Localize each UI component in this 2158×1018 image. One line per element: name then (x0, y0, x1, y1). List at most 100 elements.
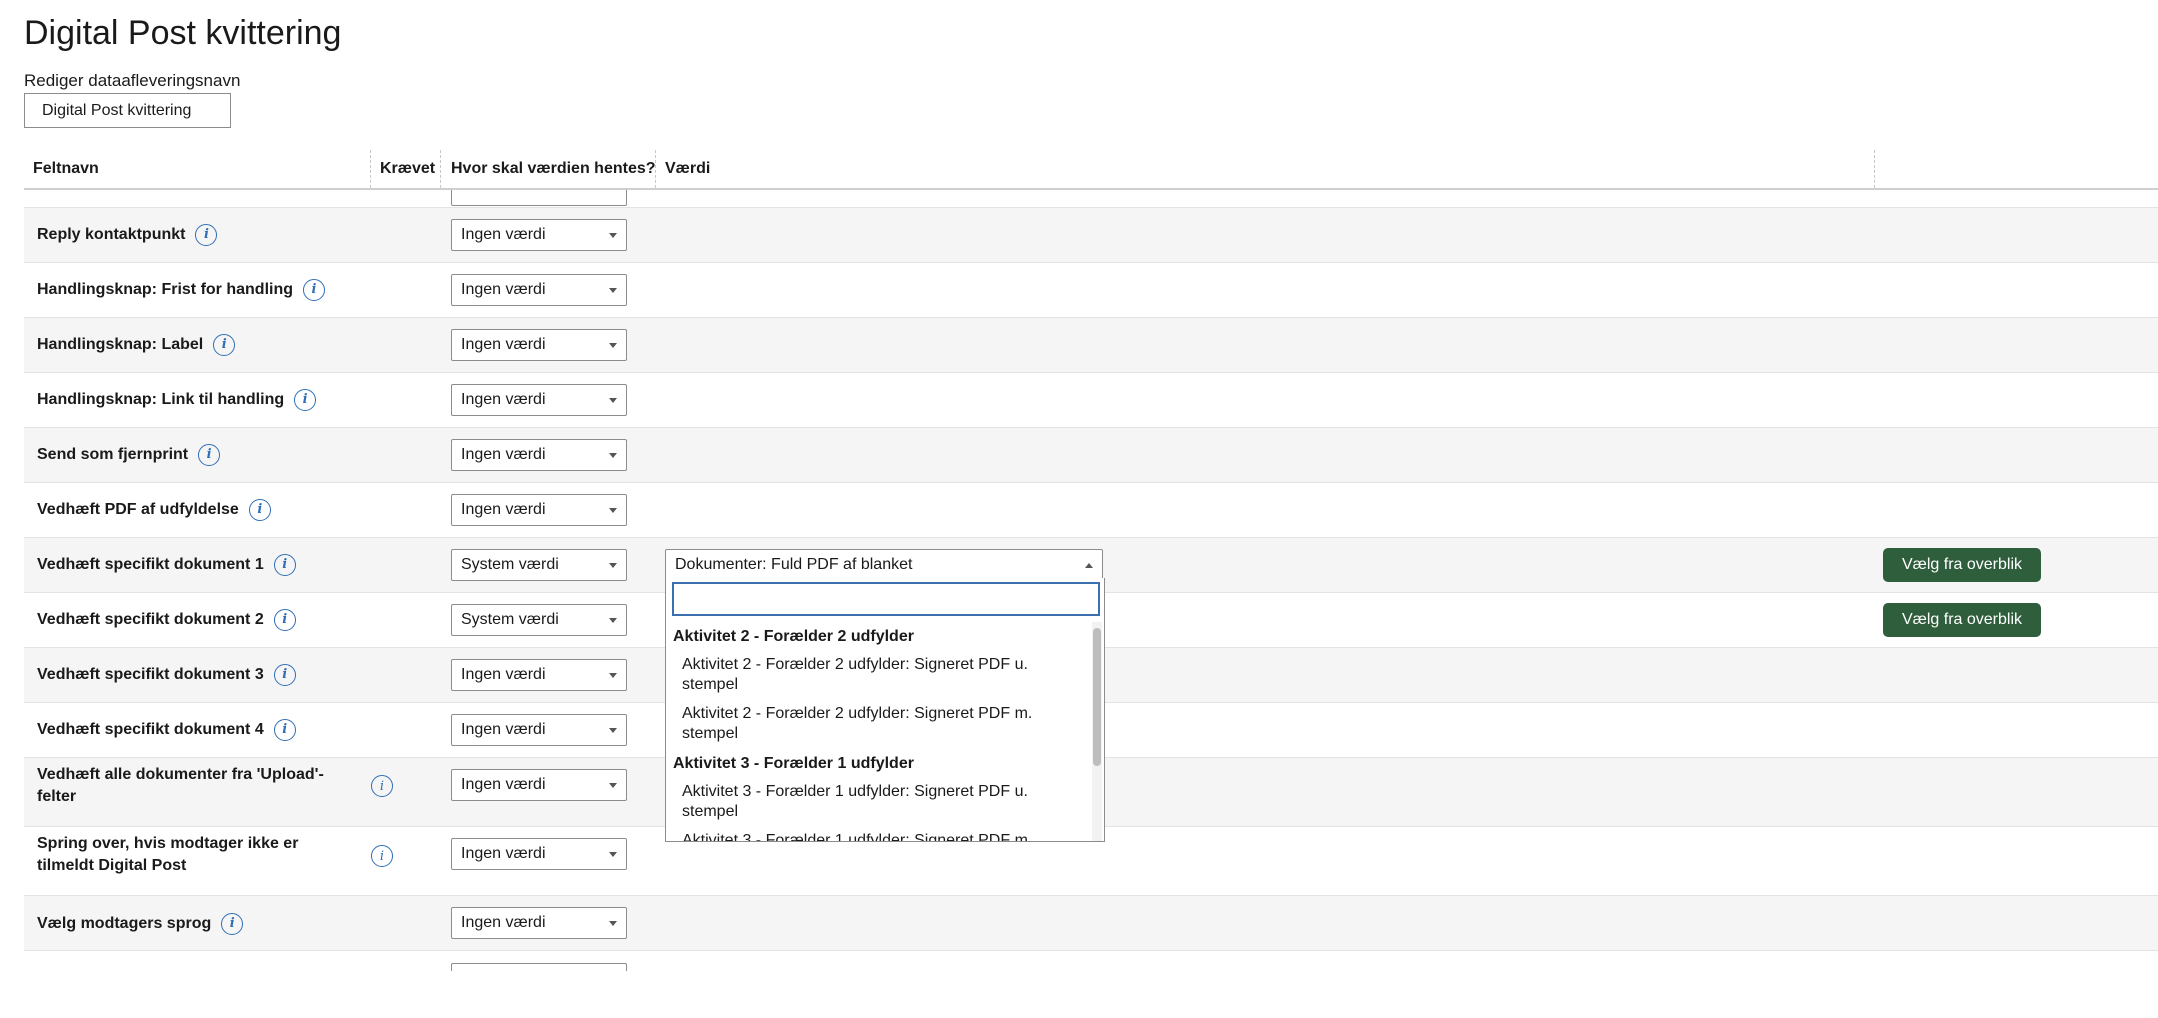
page-title: Digital Post kvittering (24, 14, 342, 52)
chevron-down-icon (609, 618, 617, 623)
column-header-value: Værdi (665, 160, 711, 177)
source-select-value: Ingen værdi (461, 914, 546, 931)
source-select-value: System værdi (461, 556, 559, 573)
source-select[interactable]: Ingen værdi (451, 494, 627, 526)
source-select[interactable] (451, 963, 627, 971)
source-select[interactable]: Ingen værdi (451, 769, 627, 801)
field-label-text: Handlingsknap: Frist for handling (37, 281, 293, 299)
field-label: Send som fjernprint i (37, 444, 221, 466)
dropdown-option[interactable]: Aktivitet 3 - Forælder 1 udfylder: Signe… (666, 827, 1092, 841)
chevron-down-icon (609, 728, 617, 733)
source-select-value: Ingen værdi (461, 391, 546, 408)
chevron-down-icon (609, 453, 617, 458)
chevron-down-icon (609, 508, 617, 513)
field-label-line: Spring over, hvis modtager ikke er (37, 835, 299, 852)
field-label-text: Handlingsknap: Label (37, 336, 204, 354)
source-select[interactable]: Ingen værdi (451, 838, 627, 870)
field-label: Vedhæft specifikt dokument 4 i (37, 719, 296, 741)
table-row: Reply kontaktpunkt i Ingen værdi (24, 208, 2158, 263)
source-select-value: Ingen værdi (461, 721, 546, 738)
info-icon[interactable]: i (371, 775, 393, 797)
info-icon[interactable]: i (273, 609, 296, 631)
source-select[interactable]: Ingen værdi (451, 659, 627, 691)
field-label-text: Reply kontaktpunkt (37, 226, 186, 244)
source-select[interactable]: Ingen værdi (451, 219, 627, 251)
field-label-line: felter (37, 788, 77, 805)
dropdown-option[interactable]: Aktivitet 2 - Forælder 2 udfylder: Signe… (666, 651, 1092, 700)
table-row: Handlingsknap: Label i Ingen værdi (24, 318, 2158, 373)
data-delivery-name-input[interactable]: Digital Post kvittering (24, 93, 231, 128)
field-label-text: Vælg modtagers sprog (37, 915, 212, 933)
dropdown-scrollbar-thumb[interactable] (1093, 628, 1101, 766)
chevron-down-icon (609, 343, 617, 348)
field-label: Vælg modtagers sprog i (37, 913, 244, 935)
info-icon[interactable]: i (371, 845, 393, 867)
table-header: Feltnavn Krævet Hvor skal værdien hentes… (24, 150, 2158, 190)
field-label-text: Vedhæft PDF af udfyldelse (37, 501, 239, 519)
table-row (24, 951, 2158, 971)
field-label: Vedhæft PDF af udfyldelse i (37, 499, 271, 521)
field-label-text: Vedhæft specifikt dokument 3 (37, 666, 264, 684)
chevron-down-icon (609, 921, 617, 926)
source-select-value: Ingen værdi (461, 281, 546, 298)
table-row (24, 190, 2158, 208)
source-select[interactable]: System værdi (451, 549, 627, 581)
field-label: Spring over, hvis modtager ikke er tilme… (37, 833, 298, 877)
info-icon[interactable]: i (248, 499, 271, 521)
table-row: Handlingsknap: Frist for handling i Ingen… (24, 263, 2158, 318)
info-icon[interactable]: i (273, 719, 296, 741)
chevron-down-icon (609, 563, 617, 568)
chevron-down-icon (609, 233, 617, 238)
chevron-down-icon (609, 288, 617, 293)
field-label: Reply kontaktpunkt i (37, 224, 218, 246)
source-select[interactable]: Ingen værdi (451, 439, 627, 471)
field-label-line: Vedhæft alle dokumenter fra 'Upload'- (37, 766, 324, 783)
field-label-text: Vedhæft specifikt dokument 4 (37, 721, 264, 739)
info-icon[interactable]: i (303, 279, 325, 301)
field-label-text: Send som fjernprint (37, 446, 189, 464)
dropdown-option[interactable]: Aktivitet 2 - Forælder 2 udfylder: Signe… (666, 700, 1092, 749)
dropdown-search-input[interactable] (672, 582, 1100, 616)
chevron-down-icon (609, 673, 617, 678)
field-label: Handlingsknap: Frist for handling i (37, 279, 325, 301)
info-icon[interactable]: i (273, 664, 296, 686)
field-label-text: Vedhæft specifikt dokument 2 (37, 611, 264, 629)
choose-from-overview-button[interactable]: Vælg fra overblik (1883, 603, 2041, 637)
info-icon[interactable]: i (294, 389, 317, 411)
source-select[interactable]: System værdi (451, 604, 627, 636)
source-select[interactable]: Ingen værdi (451, 714, 627, 746)
info-icon[interactable]: i (195, 224, 218, 246)
dropdown-option[interactable]: Aktivitet 3 - Forælder 1 udfylder: Signe… (666, 778, 1092, 827)
choose-from-overview-button[interactable]: Vælg fra overblik (1883, 548, 2041, 582)
info-icon[interactable]: i (213, 334, 236, 356)
source-select[interactable] (451, 190, 627, 206)
chevron-down-icon (609, 852, 617, 857)
info-icon[interactable]: i (198, 444, 221, 466)
field-label-line: tilmeldt Digital Post (37, 857, 187, 874)
table-row: Handlingsknap: Link til handling i Ingen … (24, 373, 2158, 428)
source-select[interactable]: Ingen værdi (451, 907, 627, 939)
chevron-up-icon (1085, 563, 1093, 568)
info-icon[interactable]: i (221, 913, 244, 935)
column-header-source: Hvor skal værdien hentes? (451, 160, 656, 177)
source-select-value: Ingen værdi (461, 446, 546, 463)
source-select[interactable]: Ingen værdi (451, 329, 627, 361)
table-row: Vedhæft PDF af udfyldelse i Ingen værdi (24, 483, 2158, 538)
chevron-down-icon (609, 398, 617, 403)
table-row: Vælg modtagers sprog i Ingen værdi (24, 896, 2158, 951)
value-dropdown-panel: Aktivitet 2 - Forælder 2 udfylder Aktivi… (665, 578, 1105, 842)
dropdown-list: Aktivitet 2 - Forælder 2 udfylder Aktivi… (666, 622, 1092, 841)
info-icon[interactable]: i (273, 554, 296, 576)
field-label: Vedhæft specifikt dokument 1 i (37, 554, 296, 576)
column-header-field-name: Feltnavn (33, 160, 99, 177)
chevron-down-icon (609, 783, 617, 788)
source-select-value: Ingen værdi (461, 845, 546, 862)
source-select-value: Ingen værdi (461, 336, 546, 353)
source-select[interactable]: Ingen værdi (451, 274, 627, 306)
value-select[interactable]: Dokumenter: Fuld PDF af blanket (665, 549, 1103, 581)
value-select-text: Dokumenter: Fuld PDF af blanket (675, 556, 913, 573)
dropdown-group-label: Aktivitet 2 - Forælder 2 udfylder (673, 628, 914, 645)
source-select-value: Ingen værdi (461, 666, 546, 683)
source-select[interactable]: Ingen værdi (451, 384, 627, 416)
name-field-label: Rediger dataafleveringsnavn (24, 71, 241, 90)
